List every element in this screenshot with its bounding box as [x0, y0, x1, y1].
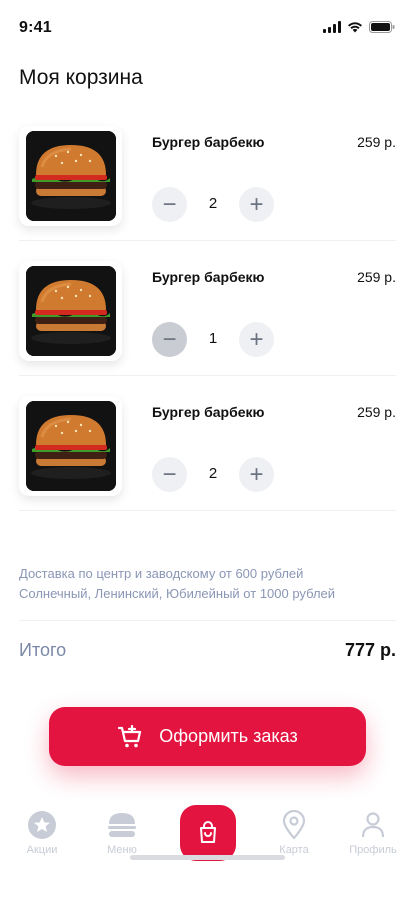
tab-promotions[interactable]: Акции [7, 810, 77, 856]
delivery-note-line: Доставка по центр и заводскому от 600 ру… [19, 566, 304, 581]
quantity-stepper: − 1 + [152, 322, 274, 358]
item-price: 259 р. [357, 269, 396, 285]
battery-icon [369, 21, 395, 33]
decrease-button[interactable]: − [152, 457, 187, 492]
decrease-button[interactable]: − [152, 322, 187, 357]
cart-item: Бургер барбекю 259 р. − 1 + [0, 253, 415, 388]
item-name: Бургер барбекю [152, 134, 265, 150]
star-icon [28, 811, 56, 839]
total-value: 777 р. [344, 640, 396, 660]
tab-label: Карта [279, 844, 309, 856]
quantity-stepper: − 2 + [152, 457, 274, 493]
user-icon [361, 812, 385, 838]
delivery-note-line: Солнечный, Ленинский, Юбилейный от 1000 … [19, 586, 336, 601]
increase-button[interactable]: + [239, 457, 274, 492]
divider [19, 620, 396, 621]
tab-profile[interactable]: Профиль [338, 810, 408, 856]
divider [19, 375, 396, 376]
decrease-button[interactable]: − [152, 187, 187, 222]
map-pin-icon [282, 810, 306, 840]
quantity-stepper: − 2 + [152, 187, 274, 223]
cart-list: Бургер барбекю 259 р. − 2 + Бургер барбе… [0, 118, 415, 523]
wifi-icon [348, 22, 362, 33]
status-bar: 9:41 [0, 0, 415, 50]
product-image-card[interactable] [19, 261, 122, 361]
burger-image [25, 401, 116, 491]
status-time: 9:41 [19, 19, 52, 36]
increase-button[interactable]: + [239, 322, 274, 357]
tab-map[interactable]: Карта [259, 810, 329, 856]
quantity-value: 2 [208, 465, 218, 482]
tab-bar: Акции Меню Карта Профиль [0, 800, 415, 870]
burger-image [25, 131, 116, 221]
add-to-cart-icon [118, 724, 142, 747]
tab-cart[interactable] [180, 805, 236, 861]
home-indicator [130, 855, 285, 860]
checkout-label: Оформить заказ [159, 726, 298, 746]
delivery-note: Доставка по центр и заводскому от 600 ру… [19, 564, 399, 604]
tab-label: Профиль [349, 844, 397, 856]
tab-label: Акции [26, 844, 58, 856]
product-image-card[interactable] [19, 396, 122, 496]
signal-icon [323, 21, 341, 33]
product-image-card[interactable] [19, 126, 122, 226]
divider [19, 510, 396, 511]
divider [19, 240, 396, 241]
item-price: 259 р. [357, 404, 396, 420]
tab-menu[interactable]: Меню [87, 810, 157, 856]
burger-icon [108, 813, 136, 837]
page-title: Моя корзина [19, 66, 143, 89]
burger-image [25, 266, 116, 356]
item-name: Бургер барбекю [152, 269, 265, 285]
checkout-button[interactable]: Оформить заказ [49, 707, 366, 766]
quantity-value: 2 [208, 195, 218, 212]
increase-button[interactable]: + [239, 187, 274, 222]
cart-item: Бургер барбекю 259 р. − 2 + [0, 388, 415, 523]
item-price: 259 р. [357, 134, 396, 150]
total-label: Итого [19, 640, 67, 660]
status-icons [323, 21, 395, 33]
item-name: Бургер барбекю [152, 404, 265, 420]
cart-item: Бургер барбекю 259 р. − 2 + [0, 118, 415, 253]
quantity-value: 1 [208, 330, 218, 347]
cart-icon [200, 821, 216, 843]
